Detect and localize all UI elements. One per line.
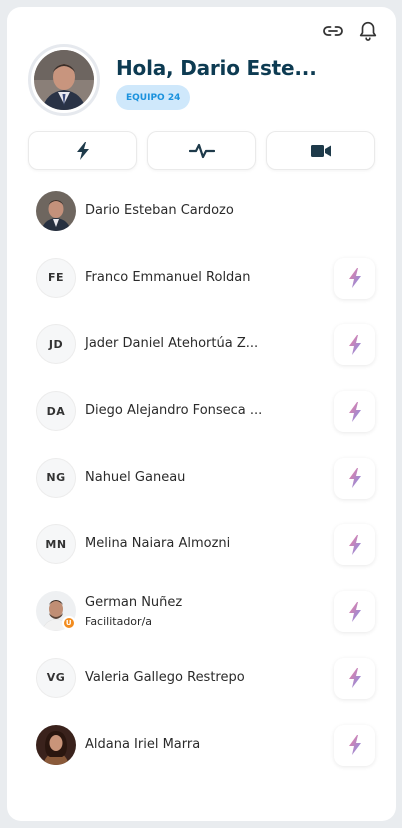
bolt-icon xyxy=(76,141,89,160)
member-row[interactable]: JD Jader Daniel Atehortúa Z... xyxy=(7,311,396,378)
member-row[interactable]: FE Franco Emmanuel Roldan xyxy=(7,245,396,312)
bolt-button[interactable] xyxy=(334,524,375,566)
team-panel: Hola, Dario Este... EQUIPO 24 Dario Este… xyxy=(7,7,396,821)
bolt-button[interactable] xyxy=(334,591,375,633)
bolt-icon xyxy=(348,601,361,622)
member-row-facilitator[interactable]: U German Nuñez Facilitador/a xyxy=(7,578,396,645)
team-badge: EQUIPO 24 xyxy=(116,85,191,110)
bolt-icon xyxy=(348,401,361,422)
video-camera-icon xyxy=(310,144,331,157)
member-row[interactable]: MN Melina Naiara Almozni xyxy=(7,511,396,578)
member-name: Jader Daniel Atehortúa Z... xyxy=(85,336,259,352)
facilitator-badge-icon: U xyxy=(62,616,76,631)
member-list: Dario Esteban Cardozo FE Franco Emmanuel… xyxy=(7,178,396,778)
pulse-icon xyxy=(188,143,215,158)
member-row[interactable]: Aldana Iriel Marra xyxy=(7,712,396,779)
avatar xyxy=(36,191,76,231)
member-name: German Nuñez xyxy=(85,595,183,611)
member-name: Franco Emmanuel Roldan xyxy=(85,269,251,285)
member-role: Facilitador/a xyxy=(85,615,153,629)
bolt-icon xyxy=(348,468,361,489)
profile-avatar[interactable] xyxy=(28,44,100,116)
member-name: Aldana Iriel Marra xyxy=(85,736,201,752)
member-row[interactable]: DA Diego Alejandro Fonseca ... xyxy=(7,378,396,445)
action-bar xyxy=(28,131,375,170)
bolt-action-button[interactable] xyxy=(28,131,137,170)
avatar: MN xyxy=(36,524,76,565)
member-row[interactable]: NG Nahuel Ganeau xyxy=(7,445,396,512)
member-name: Valeria Gallego Restrepo xyxy=(85,669,245,685)
avatar: NG xyxy=(36,457,76,498)
link-icon[interactable] xyxy=(321,19,345,43)
member-name: Diego Alejandro Fonseca ... xyxy=(85,403,263,419)
member-row[interactable]: VG Valeria Gallego Restrepo xyxy=(7,645,396,712)
bolt-button[interactable] xyxy=(334,724,375,766)
bolt-button[interactable] xyxy=(334,457,375,499)
bolt-icon xyxy=(348,268,361,289)
avatar xyxy=(36,724,76,765)
avatar: DA xyxy=(36,391,76,432)
bolt-button[interactable] xyxy=(334,257,375,299)
avatar: JD xyxy=(36,324,76,365)
avatar: VG xyxy=(36,657,76,698)
video-action-button[interactable] xyxy=(266,131,375,170)
avatar: U xyxy=(36,591,76,632)
greeting-title: Hola, Dario Este... xyxy=(116,56,317,80)
bolt-icon xyxy=(348,735,361,755)
top-icon-bar xyxy=(321,19,379,43)
member-name: Nahuel Ganeau xyxy=(85,469,186,485)
avatar: FE xyxy=(36,257,76,298)
bolt-icon xyxy=(348,334,361,355)
profile-photo xyxy=(34,50,94,110)
bolt-icon xyxy=(348,668,361,689)
bolt-button[interactable] xyxy=(334,657,375,699)
member-name: Dario Esteban Cardozo xyxy=(85,203,234,218)
member-name: Melina Naiara Almozni xyxy=(85,536,231,552)
bolt-button[interactable] xyxy=(334,391,375,433)
bolt-icon xyxy=(348,534,361,555)
member-row-self[interactable]: Dario Esteban Cardozo xyxy=(7,178,396,245)
activity-action-button[interactable] xyxy=(147,131,256,170)
bell-icon[interactable] xyxy=(357,19,379,43)
bolt-button[interactable] xyxy=(334,324,375,366)
